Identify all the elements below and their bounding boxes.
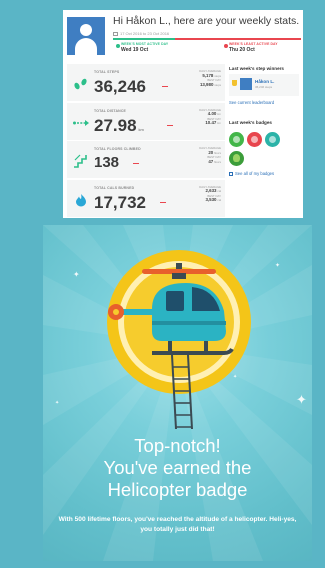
distance-icon [73, 119, 89, 126]
stats-list: TOTAL STEPS 36,246 DAILY AVERAGE 5,178 s… [67, 64, 225, 218]
total-calories-value: 17,732 [94, 192, 146, 212]
most-active-label: WEEK'S MOST ACTIVE DAY [121, 42, 169, 46]
badge-leaf-icon[interactable] [229, 151, 244, 166]
step-winner-card[interactable]: Håkon L. 36,246 steps [229, 74, 299, 96]
least-active-bar [175, 38, 301, 40]
user-avatar[interactable] [67, 17, 105, 55]
date-range: 17 Oct 2016 to 23 Oct 2016 [113, 31, 169, 36]
winner-name: Håkon L. [255, 79, 275, 84]
most-active-bar [113, 38, 175, 40]
sparkle-icon: ✦ [55, 400, 60, 406]
least-active-value: Thu 20 Oct [229, 47, 255, 53]
flame-icon [76, 193, 86, 206]
calendar-icon [113, 31, 118, 36]
leaderboard-link[interactable]: See current leaderboard [229, 100, 274, 105]
total-steps-value: 36,246 [94, 77, 146, 96]
most-active-icon [116, 44, 120, 48]
trophy-icon [232, 80, 237, 86]
badge-headline: Top-notch! You've earned the Helicopter … [103, 435, 252, 500]
helicopter-badge-panel: ✦ ✦ ✦ ✦ ✦ Top-notch! You've earned the H… [43, 225, 312, 561]
trend-indicator [133, 163, 139, 165]
least-active-label: WEEK'S LEAST ACTIVE DAY [229, 42, 278, 46]
badge-teal-icon[interactable] [265, 132, 280, 147]
badges-title: Last week's badges [229, 120, 272, 125]
sparkle-icon: ✦ [296, 392, 307, 407]
stat-distance: TOTAL DISTANCE 27.98 km DAILY AVERAGE 4.0… [67, 102, 225, 140]
sparkle-icon: ✦ [73, 270, 80, 279]
email-title: Hi Håkon L., here are your weekly stats. [113, 15, 300, 27]
trend-indicator [162, 86, 168, 88]
badge-red-icon[interactable] [247, 132, 262, 147]
badge-green-icon[interactable] [229, 132, 244, 147]
helicopter-badge-icon [107, 250, 251, 430]
badges-row [229, 132, 280, 147]
winner-avatar [240, 78, 252, 90]
trend-indicator [167, 124, 173, 126]
sparkle-icon: ✦ [275, 263, 281, 269]
winners-title: Last week's step winners [229, 66, 284, 71]
trend-indicator [160, 201, 166, 203]
badge-description: With 500 lifetime floors, you've reached… [58, 516, 297, 533]
stairs-icon [74, 154, 87, 168]
steps-icon [74, 78, 87, 90]
weekly-stats-card: Hi Håkon L., here are your weekly stats.… [63, 10, 303, 218]
stat-calories: TOTAL CALS BURNED 17,732 DAILY AVERAGE 2… [67, 179, 225, 217]
winner-steps: 36,246 steps [255, 85, 273, 89]
most-active-value: Wed 19 Oct [121, 47, 149, 53]
see-all-badges-link[interactable]: See all of my badges [235, 171, 274, 176]
stat-steps: TOTAL STEPS 36,246 DAILY AVERAGE 5,178 s… [67, 64, 225, 101]
least-active-icon [224, 44, 228, 48]
total-floors-value: 138 [94, 154, 120, 171]
stat-floors: TOTAL FLOORS CLIMBED 138 DAILY AVERAGE 2… [67, 141, 225, 178]
total-distance-value: 27.98 [94, 115, 137, 135]
badges-icon [229, 171, 233, 176]
